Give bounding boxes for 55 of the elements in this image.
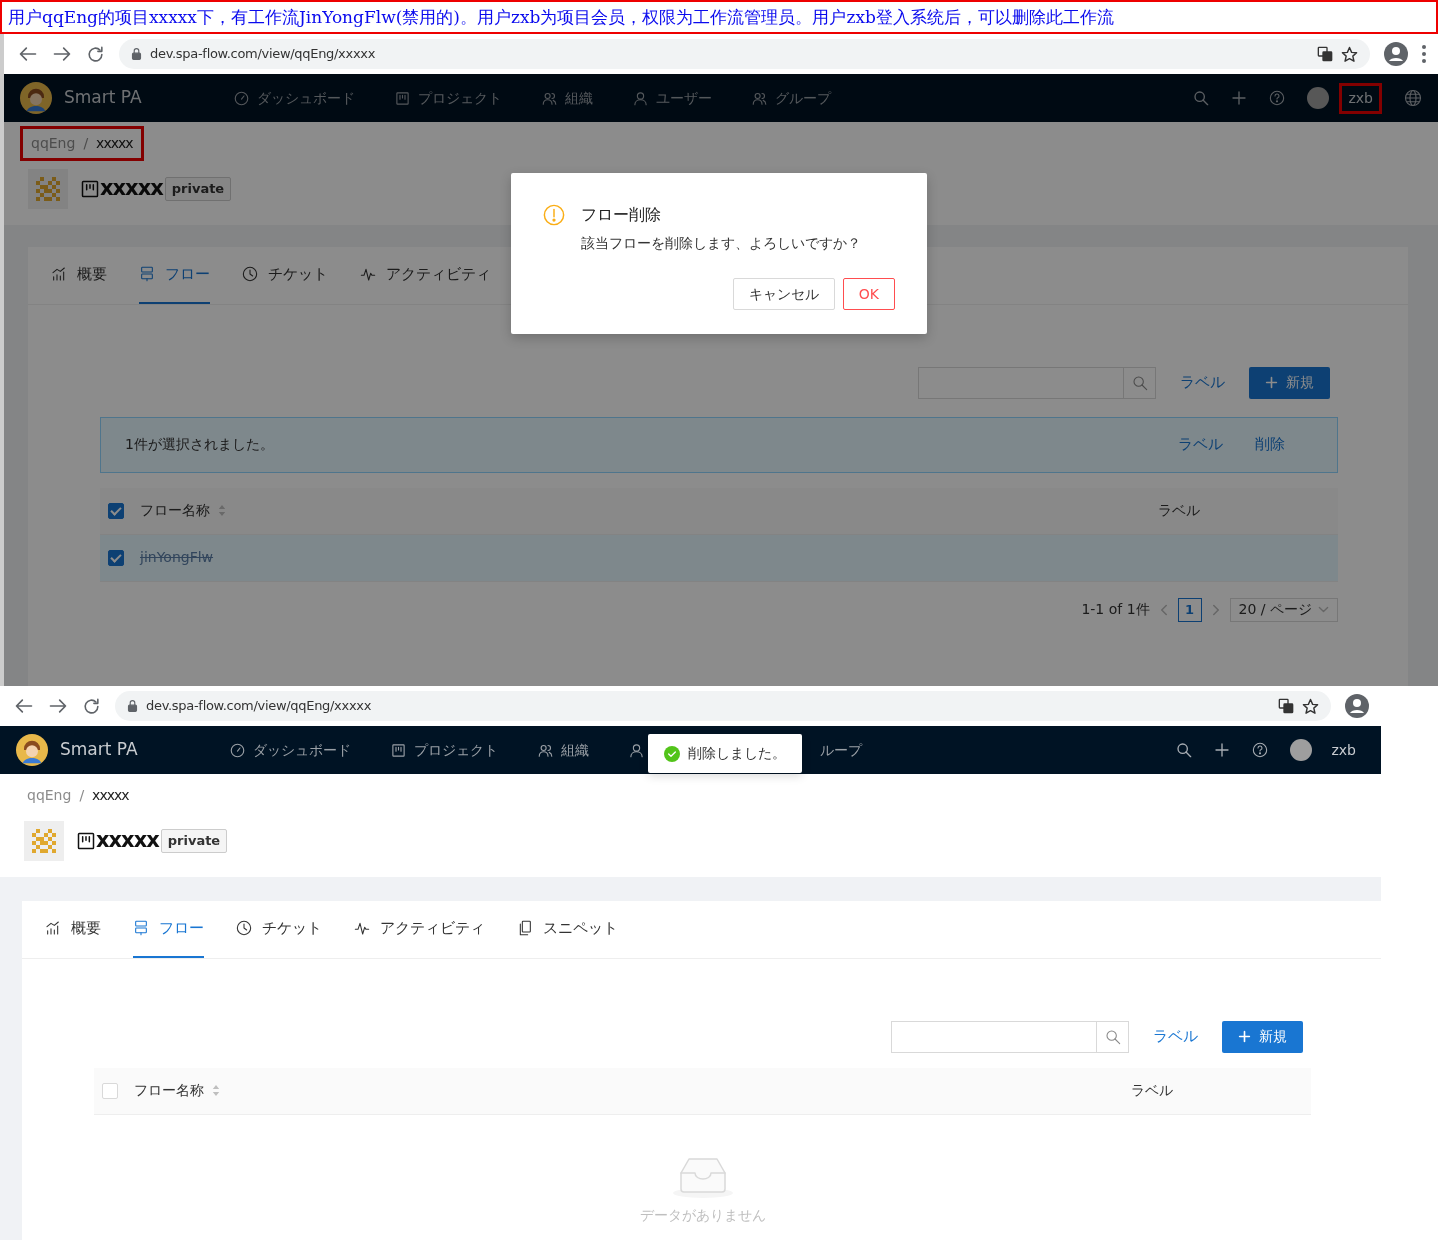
visibility-tag: private [164, 177, 232, 201]
action-link[interactable]: 削除 [1255, 433, 1285, 456]
brand-name: Smart PA [60, 738, 138, 762]
breadcrumb-item[interactable]: qqEng [31, 133, 76, 154]
breadcrumb-item: xxxxx [92, 786, 129, 805]
empty-message: データがありません [639, 1205, 766, 1225]
nav-link[interactable]: ダッシュボード [233, 87, 355, 109]
nav-link[interactable]: グループ [751, 87, 831, 109]
project-name: xxxxx [96, 827, 159, 855]
breadcrumb-item[interactable]: qqEng [27, 785, 72, 806]
tab[interactable]: フロー [139, 247, 210, 304]
new-button[interactable]: 新規 [1249, 366, 1330, 399]
dialog-title: フロー削除 [581, 204, 661, 226]
user-name[interactable]: zxb [1322, 734, 1365, 766]
nav-link[interactable]: ループ [819, 739, 862, 761]
visibility-tag: private [160, 829, 228, 853]
column-header: フロー名称 [134, 1081, 204, 1100]
nav-link[interactable]: プロジェクト [390, 739, 498, 761]
tab[interactable]: 概要 [51, 247, 107, 304]
column-header: フロー名称 [140, 501, 210, 520]
toast-text: 削除しました。 [688, 744, 786, 763]
annotation-text: 用户qqEng的项目xxxxx下，有工作流JinYongFlw(禁用的)。用户zxb为项目会员，权限为工作流管理员。用户zxb登入系统后，可以删除此工作流 [8, 6, 1114, 29]
nav-link[interactable]: ダッシュボード [229, 739, 351, 761]
address-bar[interactable]: dev.spa-flow.com/view/qqEng/xxxxx [119, 39, 1370, 69]
tab[interactable]: アクティビティ [354, 901, 485, 958]
nav-link[interactable]: 組織 [541, 87, 593, 109]
breadcrumb-separator: / [83, 134, 89, 153]
breadcrumb-separator: / [79, 786, 85, 805]
tab[interactable]: スニペット [517, 901, 618, 958]
user-name[interactable]: zxb [1339, 82, 1382, 114]
nav-link[interactable]: 組織 [537, 739, 589, 761]
nav-link[interactable]: ユーザー [632, 87, 712, 109]
dialog-message: 該当フローを削除します、よろしいですか？ [581, 234, 862, 253]
selection-count: 1件が選択されました。 [125, 435, 274, 454]
nav-link[interactable]: プロジェクト [394, 87, 502, 109]
brand-name: Smart PA [64, 86, 142, 110]
tab[interactable]: 概要 [45, 901, 101, 958]
label-link[interactable]: ラベル [1153, 1025, 1198, 1048]
column-header: ラベル [1158, 501, 1201, 520]
project-name: xxxxx [100, 175, 163, 203]
cancel-button[interactable]: キャンセル [732, 278, 835, 310]
new-button[interactable]: 新規 [1222, 1020, 1303, 1053]
tab[interactable]: チケット [242, 247, 328, 304]
tab[interactable]: フロー [133, 901, 204, 958]
column-header: ラベル [1131, 1081, 1174, 1100]
tab[interactable]: アクティビティ [360, 247, 491, 304]
action-link[interactable]: ラベル [1178, 433, 1223, 456]
tab[interactable]: チケット [236, 901, 322, 958]
page-button[interactable]: 1 [1177, 597, 1202, 622]
address-bar[interactable]: dev.spa-flow.com/view/qqEng/xxxxx [115, 691, 1331, 721]
label-link[interactable]: ラベル [1180, 371, 1225, 394]
breadcrumb-item: xxxxx [96, 134, 133, 153]
ok-button[interactable]: OK [842, 278, 895, 310]
page-summary: 1-1 of 1件 [1081, 600, 1150, 619]
page-size-select[interactable]: 20 / ページ [1229, 597, 1338, 622]
